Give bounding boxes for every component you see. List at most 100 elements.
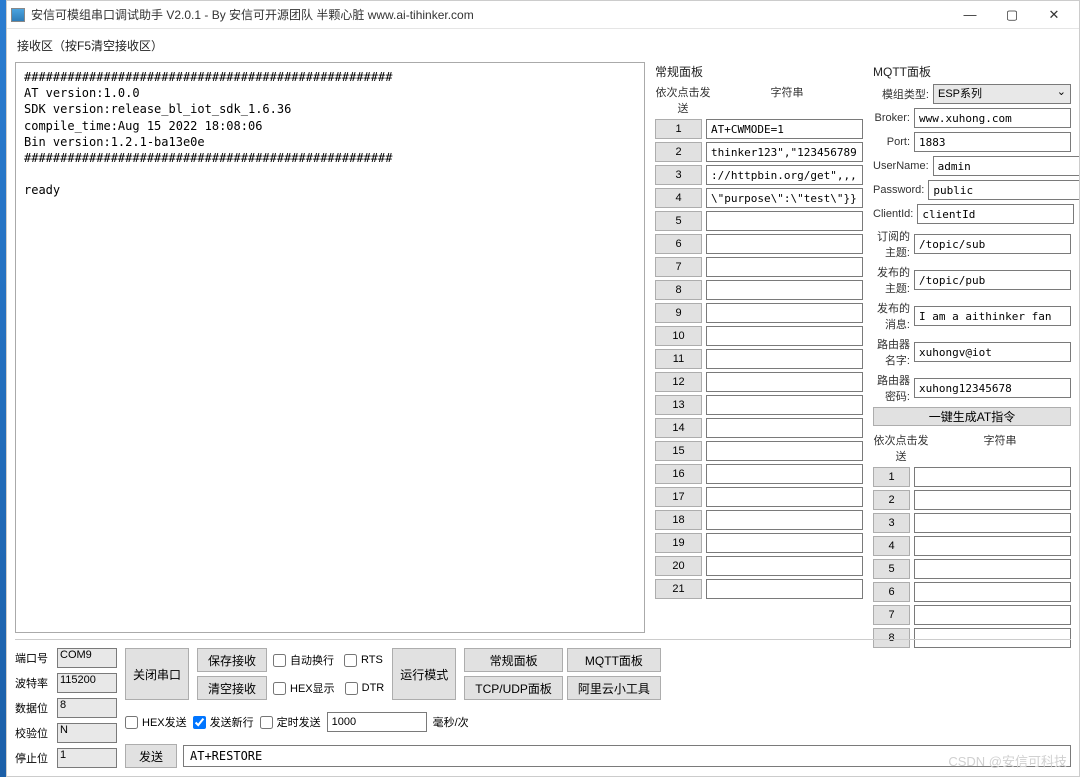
mqtt-str-input-5[interactable] (914, 559, 1071, 579)
normal-str-input-12[interactable] (706, 372, 863, 392)
baud-select[interactable]: 115200 (57, 673, 117, 693)
normal-str-input-16[interactable] (706, 464, 863, 484)
normal-str-input-11[interactable] (706, 349, 863, 369)
autowrap-checkbox[interactable]: 自动换行 (273, 652, 334, 668)
maximize-button[interactable]: ▢ (991, 2, 1033, 28)
normal-send-btn-13[interactable]: 13 (655, 395, 702, 415)
normal-send-btn-19[interactable]: 19 (655, 533, 702, 553)
normal-send-btn-16[interactable]: 16 (655, 464, 702, 484)
stopbits-select[interactable]: 1 (57, 748, 117, 768)
normal-str-input-9[interactable] (706, 303, 863, 323)
mqtt-field-input-6[interactable] (914, 270, 1071, 290)
mqtt-field-label-1: Port: (873, 136, 910, 148)
mqtt-type-select[interactable]: ESP系列⌄ (933, 84, 1071, 104)
normal-str-input-1[interactable] (706, 119, 863, 139)
window-title: 安信可模组串口调试助手 V2.0.1 - By 安信可开源团队 半颗心脏 www… (31, 6, 949, 23)
normal-send-btn-2[interactable]: 2 (655, 142, 702, 162)
normal-str-input-2[interactable] (706, 142, 863, 162)
panel-aliyun-button[interactable]: 阿里云小工具 (567, 676, 661, 700)
mqtt-str-input-3[interactable] (914, 513, 1071, 533)
clear-recv-button[interactable]: 清空接收 (197, 676, 267, 700)
dtr-checkbox[interactable]: DTR (345, 680, 385, 696)
mqtt-field-input-2[interactable] (933, 156, 1079, 176)
normal-send-btn-10[interactable]: 10 (655, 326, 702, 346)
timedsend-checkbox[interactable]: 定时发送 (260, 714, 321, 730)
panel-tcp-button[interactable]: TCP/UDP面板 (464, 676, 563, 700)
normal-send-btn-5[interactable]: 5 (655, 211, 702, 231)
panel-normal-button[interactable]: 常规面板 (464, 648, 563, 672)
mqtt-field-input-8[interactable] (914, 342, 1071, 362)
mqtt-send-btn-5[interactable]: 5 (873, 559, 910, 579)
mqtt-hdr-left: 依次点击发送 (873, 432, 929, 464)
normal-send-btn-17[interactable]: 17 (655, 487, 702, 507)
normal-str-input-20[interactable] (706, 556, 863, 576)
normal-send-btn-9[interactable]: 9 (655, 303, 702, 323)
normal-send-btn-1[interactable]: 1 (655, 119, 702, 139)
normal-send-btn-18[interactable]: 18 (655, 510, 702, 530)
mqtt-field-input-1[interactable] (914, 132, 1071, 152)
minimize-button[interactable]: — (949, 2, 991, 28)
hexshow-checkbox[interactable]: HEX显示 (273, 680, 335, 696)
mqtt-send-btn-3[interactable]: 3 (873, 513, 910, 533)
port-select[interactable]: COM9 (57, 648, 117, 668)
normal-str-input-15[interactable] (706, 441, 863, 461)
mqtt-str-input-4[interactable] (914, 536, 1071, 556)
normal-str-input-19[interactable] (706, 533, 863, 553)
close-button[interactable]: ✕ (1033, 2, 1075, 28)
close-port-button[interactable]: 关闭串口 (125, 648, 189, 700)
normal-send-btn-15[interactable]: 15 (655, 441, 702, 461)
run-mode-button[interactable]: 运行模式 (392, 648, 456, 700)
normal-str-input-3[interactable] (706, 165, 863, 185)
panel-mqtt-button[interactable]: MQTT面板 (567, 648, 661, 672)
save-recv-button[interactable]: 保存接收 (197, 648, 267, 672)
sendnewline-checkbox[interactable]: 发送新行 (193, 714, 254, 730)
receive-textarea[interactable]: ########################################… (15, 62, 645, 633)
normal-str-input-6[interactable] (706, 234, 863, 254)
interval-input[interactable] (327, 712, 427, 732)
databits-select[interactable]: 8 (57, 698, 117, 718)
mqtt-field-input-7[interactable] (914, 306, 1071, 326)
mqtt-field-input-0[interactable] (914, 108, 1071, 128)
mqtt-str-input-7[interactable] (914, 605, 1071, 625)
mqtt-send-btn-7[interactable]: 7 (873, 605, 910, 625)
rts-checkbox[interactable]: RTS (344, 652, 383, 668)
mqtt-field-input-3[interactable] (928, 180, 1079, 200)
mqtt-send-btn-6[interactable]: 6 (873, 582, 910, 602)
mqtt-send-btn-2[interactable]: 2 (873, 490, 910, 510)
mqtt-str-input-6[interactable] (914, 582, 1071, 602)
normal-send-btn-21[interactable]: 21 (655, 579, 702, 599)
generate-at-button[interactable]: 一键生成AT指令 (873, 407, 1071, 426)
normal-str-input-21[interactable] (706, 579, 863, 599)
mqtt-field-input-4[interactable] (917, 204, 1074, 224)
mqtt-field-input-9[interactable] (914, 378, 1071, 398)
normal-str-input-4[interactable] (706, 188, 863, 208)
send-input[interactable] (183, 745, 1071, 767)
mqtt-field-input-5[interactable] (914, 234, 1071, 254)
normal-str-input-8[interactable] (706, 280, 863, 300)
normal-panel-title: 常规面板 (655, 63, 863, 80)
normal-str-input-7[interactable] (706, 257, 863, 277)
mqtt-str-input-1[interactable] (914, 467, 1071, 487)
normal-send-btn-14[interactable]: 14 (655, 418, 702, 438)
hexsend-checkbox[interactable]: HEX发送 (125, 714, 187, 730)
normal-str-input-17[interactable] (706, 487, 863, 507)
normal-send-btn-4[interactable]: 4 (655, 188, 702, 208)
normal-str-input-5[interactable] (706, 211, 863, 231)
mqtt-panel-title: MQTT面板 (873, 63, 1071, 80)
mqtt-str-input-2[interactable] (914, 490, 1071, 510)
mqtt-send-btn-1[interactable]: 1 (873, 467, 910, 487)
mqtt-send-btn-4[interactable]: 4 (873, 536, 910, 556)
parity-select[interactable]: N (57, 723, 117, 743)
send-button[interactable]: 发送 (125, 744, 177, 768)
normal-str-input-13[interactable] (706, 395, 863, 415)
normal-send-btn-12[interactable]: 12 (655, 372, 702, 392)
normal-send-btn-6[interactable]: 6 (655, 234, 702, 254)
normal-send-btn-8[interactable]: 8 (655, 280, 702, 300)
normal-send-btn-3[interactable]: 3 (655, 165, 702, 185)
normal-str-input-18[interactable] (706, 510, 863, 530)
normal-send-btn-11[interactable]: 11 (655, 349, 702, 369)
normal-str-input-10[interactable] (706, 326, 863, 346)
normal-send-btn-20[interactable]: 20 (655, 556, 702, 576)
normal-str-input-14[interactable] (706, 418, 863, 438)
normal-send-btn-7[interactable]: 7 (655, 257, 702, 277)
